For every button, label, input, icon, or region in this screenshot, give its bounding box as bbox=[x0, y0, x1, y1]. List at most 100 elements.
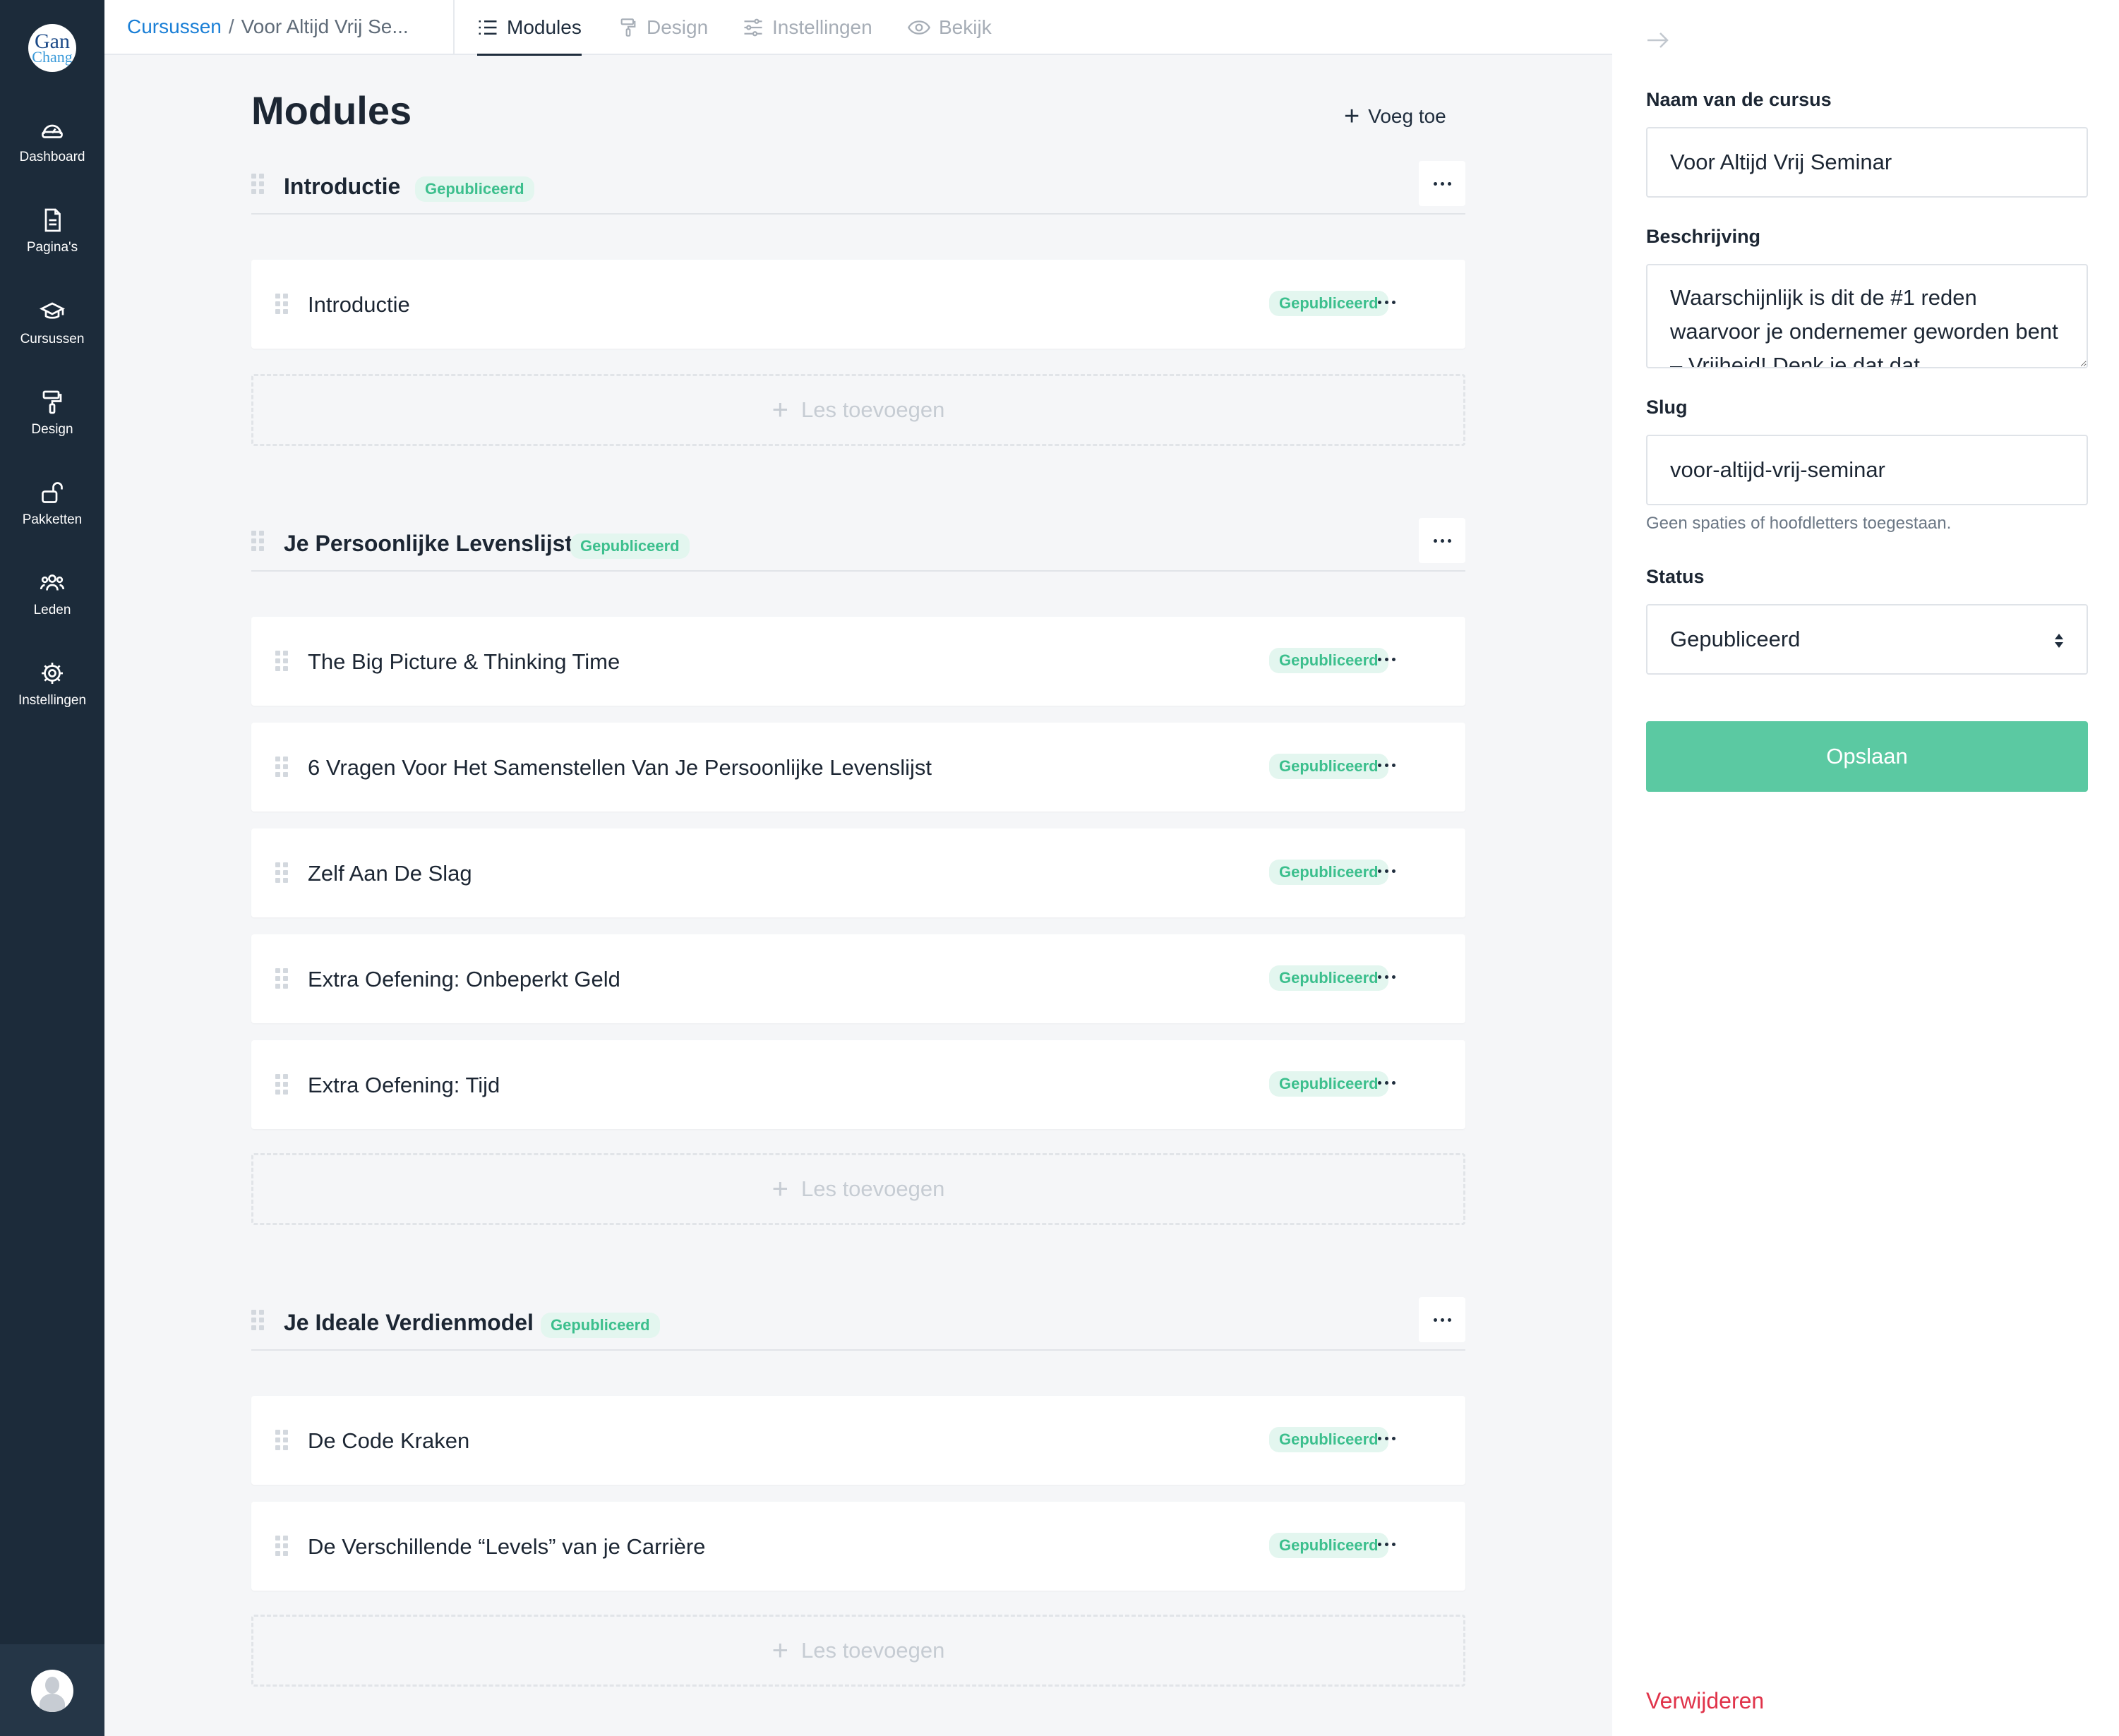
ellipsis-icon[interactable] bbox=[1378, 764, 1395, 767]
course-name-label: Naam van de cursus bbox=[1646, 89, 1832, 110]
module-header: Introductie Gepubliceerd bbox=[251, 158, 1465, 215]
lesson-row[interactable]: Extra Oefening: Tijd Gepubliceerd bbox=[251, 1040, 1465, 1129]
sidebar-item-paginas[interactable]: Pagina's bbox=[0, 207, 104, 285]
breadcrumb-cursussen-link[interactable]: Cursussen bbox=[127, 16, 222, 37]
drag-handle-icon[interactable] bbox=[275, 1074, 289, 1095]
unlock-icon bbox=[42, 482, 63, 503]
ellipsis-icon bbox=[1433, 1318, 1451, 1322]
sidebar-item-design[interactable]: Design bbox=[0, 390, 104, 467]
sort-caret-icon bbox=[2055, 634, 2063, 648]
arrow-right-icon[interactable] bbox=[1646, 31, 1670, 49]
module-more-button[interactable] bbox=[1419, 1297, 1465, 1342]
status-select[interactable]: Gepubliceerd bbox=[1646, 604, 2088, 675]
lesson-row[interactable]: Zelf Aan De Slag Gepubliceerd bbox=[251, 828, 1465, 917]
lesson-row[interactable]: De Code Kraken Gepubliceerd bbox=[251, 1396, 1465, 1485]
ellipsis-icon[interactable] bbox=[1378, 658, 1395, 661]
lesson-title: The Big Picture & Thinking Time bbox=[308, 649, 620, 674]
lesson-title: Introductie bbox=[308, 292, 410, 317]
status-badge: Gepubliceerd bbox=[570, 534, 690, 559]
breadcrumb: Cursussen / Voor Altijd Vrij Se... bbox=[127, 16, 409, 38]
drag-handle-icon[interactable] bbox=[275, 1536, 289, 1557]
ellipsis-icon[interactable] bbox=[1378, 1081, 1395, 1085]
description-label: Beschrijving bbox=[1646, 226, 1761, 247]
lesson-title: Extra Oefening: Onbeperkt Geld bbox=[308, 967, 620, 991]
status-badge: Gepubliceerd bbox=[415, 176, 534, 202]
ellipsis-icon[interactable] bbox=[1378, 1437, 1395, 1440]
status-badge: Gepubliceerd bbox=[1269, 1427, 1388, 1452]
status-badge: Gepubliceerd bbox=[1269, 860, 1388, 885]
lesson-row[interactable]: De Verschillende “Levels” van je Carrièr… bbox=[251, 1502, 1465, 1591]
lesson-title: 6 Vragen Voor Het Samenstellen Van Je Pe… bbox=[308, 755, 932, 780]
paint-roller-icon bbox=[42, 390, 62, 414]
course-settings-panel: Naam van de cursus Beschrijving Waarschi… bbox=[1612, 0, 2119, 1736]
status-badge: Gepubliceerd bbox=[1269, 1071, 1388, 1097]
plus-icon: + bbox=[772, 1635, 788, 1666]
module-title: Je Ideale Verdienmodel bbox=[284, 1310, 534, 1335]
tab-modules[interactable]: Modules bbox=[477, 0, 582, 56]
app-logo[interactable]: Gan Chang bbox=[28, 24, 76, 72]
delete-button[interactable]: Verwijderen bbox=[1646, 1688, 1764, 1714]
module-header: Je Ideale Verdienmodel Gepubliceerd bbox=[251, 1294, 1465, 1351]
lesson-row[interactable]: Introductie Gepubliceerd bbox=[251, 260, 1465, 349]
top-bar: Cursussen / Voor Altijd Vrij Se... Modules… bbox=[104, 0, 1612, 56]
status-badge: Gepubliceerd bbox=[1269, 754, 1388, 779]
status-badge: Gepubliceerd bbox=[1269, 648, 1388, 673]
plus-icon: + bbox=[1344, 102, 1360, 131]
module-more-button[interactable] bbox=[1419, 161, 1465, 206]
dashboard-icon bbox=[42, 124, 63, 138]
lesson-row[interactable]: Extra Oefening: Onbeperkt Geld Gepublice… bbox=[251, 934, 1465, 1023]
drag-handle-icon[interactable] bbox=[275, 1430, 289, 1451]
drag-handle-icon[interactable] bbox=[251, 174, 265, 195]
tab-instellingen[interactable]: Instellingen bbox=[743, 0, 872, 55]
drag-handle-icon[interactable] bbox=[275, 294, 289, 315]
drag-handle-icon[interactable] bbox=[275, 968, 289, 989]
users-icon bbox=[40, 574, 65, 591]
lesson-title: Extra Oefening: Tijd bbox=[308, 1073, 500, 1097]
ellipsis-icon[interactable] bbox=[1378, 1543, 1395, 1546]
sidebar-item-dashboard[interactable]: Dashboard bbox=[0, 117, 104, 195]
sidebar-item-pakketten[interactable]: Pakketten bbox=[0, 480, 104, 557]
module-title: Je Persoonlijke Levenslijst bbox=[284, 531, 573, 556]
drag-handle-icon[interactable] bbox=[251, 531, 265, 552]
status-label: Status bbox=[1646, 566, 1705, 587]
lesson-row[interactable]: The Big Picture & Thinking Time Gepublic… bbox=[251, 617, 1465, 706]
paint-roller-icon bbox=[620, 18, 636, 37]
drag-handle-icon[interactable] bbox=[275, 862, 289, 884]
status-select-value: Gepubliceerd bbox=[1670, 627, 1801, 651]
divider bbox=[453, 0, 455, 55]
course-name-input[interactable] bbox=[1646, 127, 2088, 198]
tab-bekijk[interactable]: Bekijk bbox=[908, 0, 992, 55]
breadcrumb-current: Voor Altijd Vrij Se... bbox=[241, 16, 409, 37]
tab-design[interactable]: Design bbox=[618, 0, 708, 55]
add-lesson-button[interactable]: + Les toevoegen bbox=[251, 1615, 1465, 1687]
lesson-title: De Code Kraken bbox=[308, 1428, 470, 1453]
sliders-icon bbox=[744, 18, 762, 37]
sidebar-item-instellingen[interactable]: Instellingen bbox=[0, 661, 104, 738]
sidebar-footer bbox=[0, 1644, 104, 1736]
user-icon bbox=[45, 1677, 59, 1694]
lesson-row[interactable]: 6 Vragen Voor Het Samenstellen Van Je Pe… bbox=[251, 723, 1465, 812]
add-module-button[interactable]: + Voeg toe bbox=[1344, 103, 1446, 130]
gear-icon bbox=[42, 663, 63, 684]
lesson-title: De Verschillende “Levels” van je Carrièr… bbox=[308, 1534, 706, 1559]
ellipsis-icon[interactable] bbox=[1378, 975, 1395, 979]
sidebar-item-leden[interactable]: Leden bbox=[0, 570, 104, 648]
avatar[interactable] bbox=[31, 1670, 73, 1712]
sidebar-item-cursussen[interactable]: Cursussen bbox=[0, 299, 104, 377]
sidebar: Gan Chang Dashboard Pagina's Cursussen D… bbox=[0, 0, 104, 1736]
eye-icon bbox=[908, 20, 930, 35]
add-lesson-button[interactable]: + Les toevoegen bbox=[251, 1153, 1465, 1225]
module-more-button[interactable] bbox=[1419, 518, 1465, 563]
ellipsis-icon[interactable] bbox=[1378, 301, 1395, 304]
slug-input[interactable] bbox=[1646, 435, 2088, 505]
drag-handle-icon[interactable] bbox=[251, 1310, 265, 1331]
description-textarea[interactable]: Waarschijnlijk is dit de #1 reden waarvo… bbox=[1646, 264, 2088, 368]
drag-handle-icon[interactable] bbox=[275, 757, 289, 778]
status-badge: Gepubliceerd bbox=[1269, 1533, 1388, 1558]
save-button[interactable]: Opslaan bbox=[1646, 721, 2088, 792]
module-title: Introductie bbox=[284, 174, 401, 199]
ellipsis-icon[interactable] bbox=[1378, 869, 1395, 873]
breadcrumb-separator: / bbox=[228, 16, 234, 37]
drag-handle-icon[interactable] bbox=[275, 651, 289, 672]
add-lesson-button[interactable]: + Les toevoegen bbox=[251, 374, 1465, 446]
